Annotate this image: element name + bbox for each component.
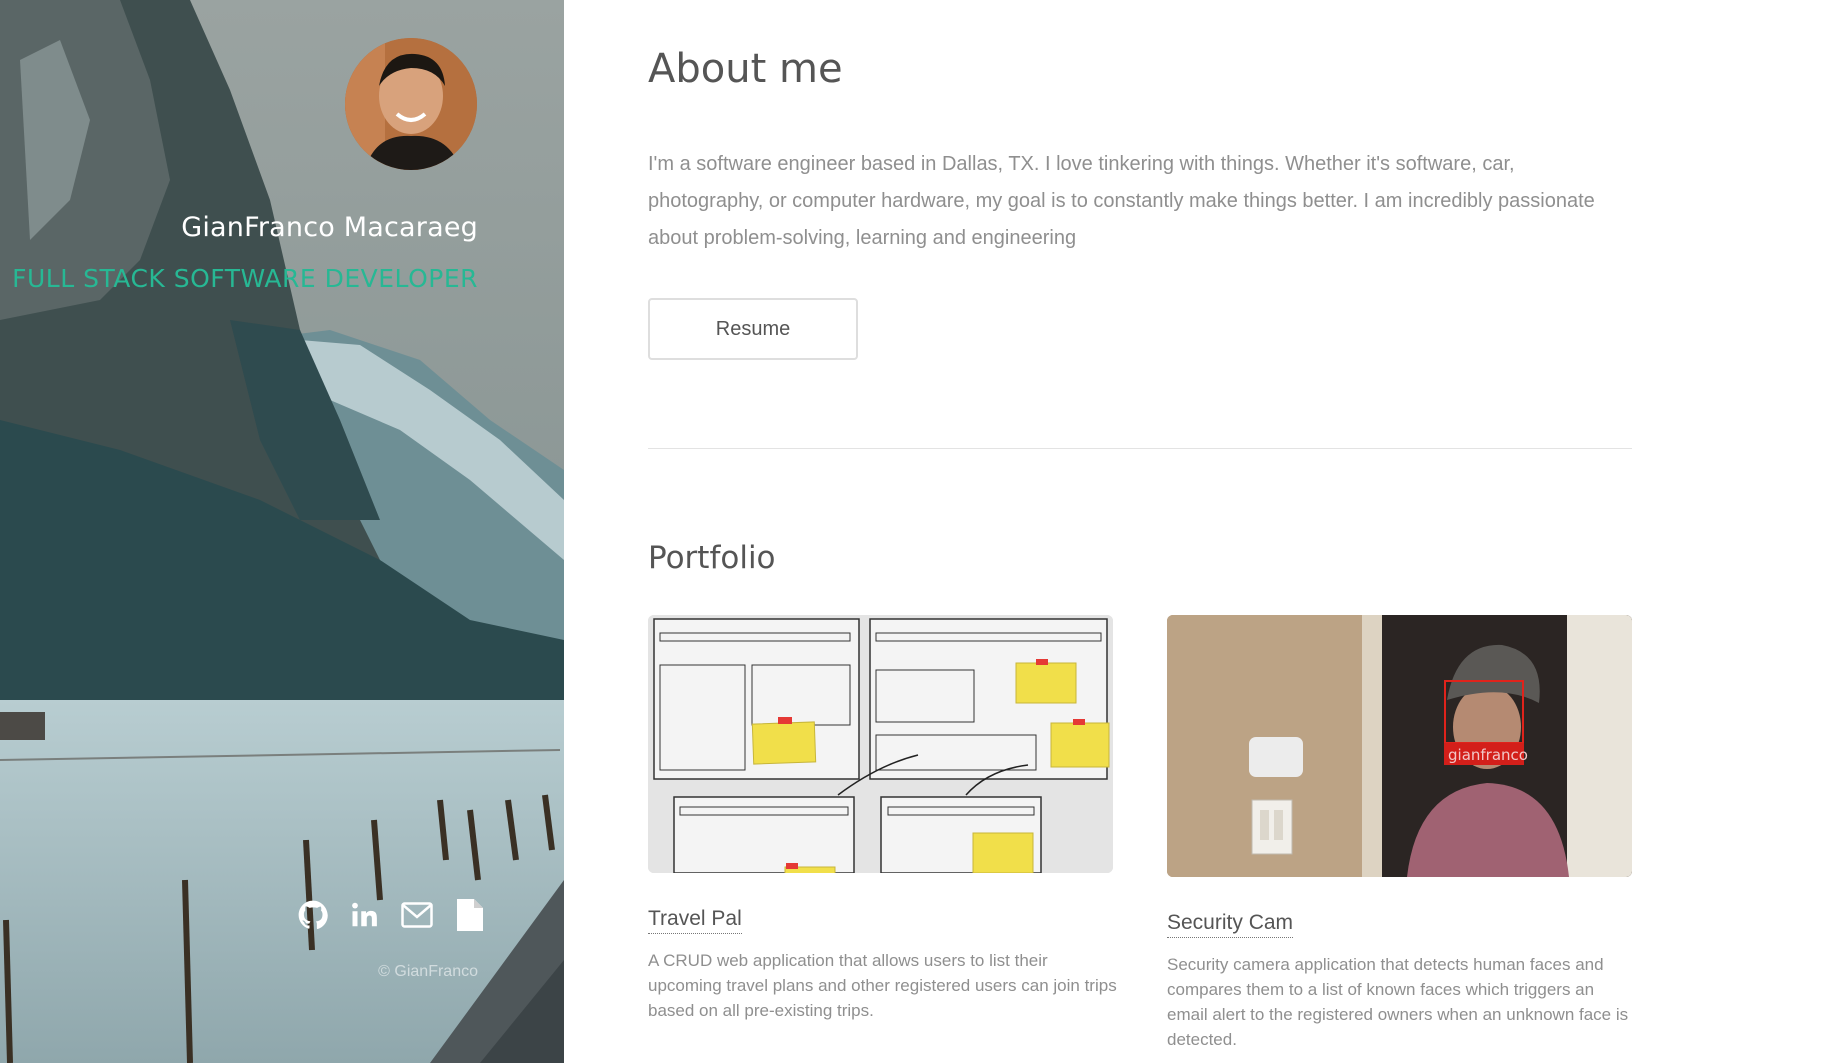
- project-card-travel-pal: Travel Pal A CRUD web application that a…: [648, 615, 1117, 1023]
- sidebar: GianFranco Macaraeg FULL STACK SOFTWARE …: [0, 0, 564, 1063]
- project-title-security-cam[interactable]: Security Cam: [1167, 911, 1294, 938]
- about-title: About me: [648, 46, 843, 92]
- resume-button[interactable]: Resume: [648, 298, 858, 360]
- document-icon[interactable]: [452, 898, 486, 932]
- linkedin-icon[interactable]: [348, 898, 382, 932]
- face-label: gianfranco: [1448, 746, 1528, 764]
- project-title-travel-pal[interactable]: Travel Pal: [648, 907, 742, 934]
- section-divider: [648, 448, 1632, 449]
- project-card-security-cam: gianfranco Security Cam Security camera …: [1167, 615, 1632, 1052]
- github-icon[interactable]: [296, 898, 330, 932]
- profile-photo: [345, 38, 477, 170]
- portfolio-title: Portfolio: [648, 540, 776, 576]
- profile-role: FULL STACK SOFTWARE DEVELOPER: [12, 264, 478, 293]
- social-links: [296, 898, 486, 932]
- wireframe-image: [648, 615, 1113, 873]
- travel-pal-thumbnail[interactable]: [648, 615, 1113, 873]
- mail-icon[interactable]: [400, 898, 434, 932]
- project-description-security-cam: Security camera application that detects…: [1167, 955, 1629, 1049]
- avatar: [345, 38, 477, 170]
- copyright-text: © GianFranco: [378, 963, 478, 980]
- project-description-travel-pal: A CRUD web application that allows users…: [648, 951, 1117, 1020]
- about-text: I'm a software engineer based in Dallas,…: [648, 153, 1595, 249]
- camera-image: gianfranco: [1167, 615, 1632, 877]
- profile-name: GianFranco Macaraeg: [181, 212, 478, 243]
- security-cam-thumbnail[interactable]: gianfranco: [1167, 615, 1632, 877]
